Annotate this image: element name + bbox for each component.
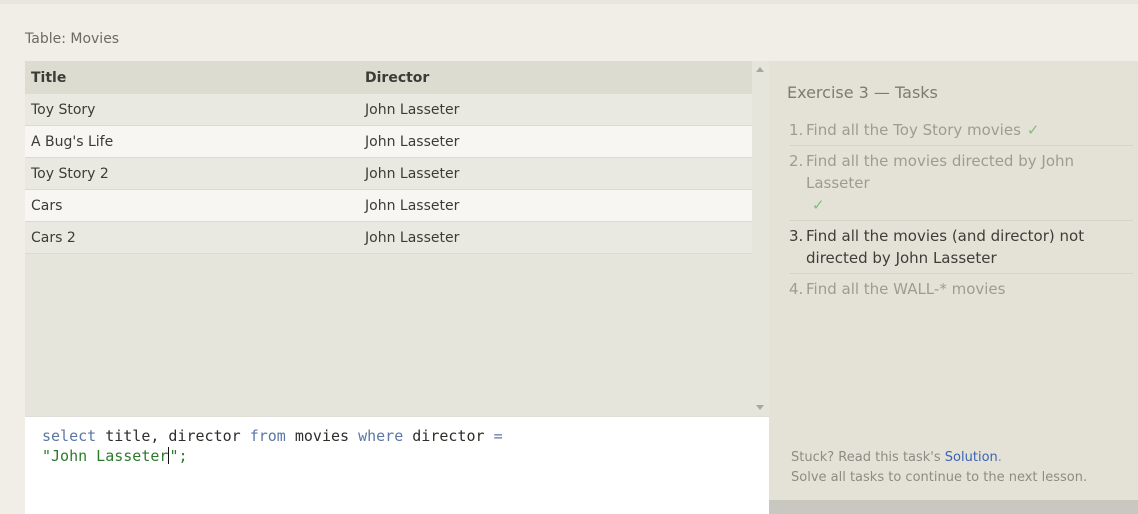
top-strip bbox=[0, 0, 1138, 4]
keyword-from: from bbox=[249, 427, 286, 445]
query-table: movies bbox=[285, 427, 359, 445]
task-item-3: 3. Find all the movies (and director) no… bbox=[789, 221, 1133, 274]
task-label: Find all the movies directed by John Las… bbox=[806, 152, 1075, 192]
column-header-director: Director bbox=[365, 69, 430, 86]
table-row: Cars John Lasseter bbox=[25, 190, 752, 222]
help-text: Stuck? Read this task's Solution. Solve a… bbox=[791, 448, 1087, 488]
scroll-down-icon[interactable] bbox=[756, 405, 764, 410]
cell-title: Cars bbox=[31, 197, 63, 214]
query-code[interactable]: select title, director from movies where… bbox=[42, 426, 742, 466]
task-number: 1. bbox=[789, 121, 804, 139]
task-label: Find all the WALL-* movies bbox=[806, 280, 1006, 298]
table-header-row: Title Director bbox=[25, 61, 752, 94]
table-caption: Table: Movies bbox=[25, 31, 120, 47]
sqlbolt-page: Table: Movies Title Director Toy Story J… bbox=[0, 0, 1138, 514]
keyword-where: where bbox=[358, 427, 404, 445]
tasks-panel: Exercise 3 — Tasks 1. Find all the Toy S… bbox=[769, 61, 1138, 500]
cell-title: Toy Story bbox=[31, 101, 96, 118]
results-table-panel: Title Director Toy Story John Lasseter A… bbox=[25, 61, 769, 416]
cell-title: Toy Story 2 bbox=[31, 165, 109, 182]
task-label: Find all the Toy Story movies bbox=[806, 121, 1021, 139]
cell-director: John Lasseter bbox=[365, 165, 460, 182]
table-row: Cars 2 John Lasseter bbox=[25, 222, 752, 254]
sql-query-editor[interactable]: select title, director from movies where… bbox=[25, 416, 769, 514]
cell-director: John Lasseter bbox=[365, 101, 460, 118]
keyword-select: select bbox=[42, 427, 97, 445]
checkmark-icon: ✓ bbox=[1026, 121, 1040, 139]
query-string-value: "John Lasseter bbox=[42, 447, 169, 465]
tasks-heading: Exercise 3 — Tasks bbox=[787, 83, 938, 102]
stuck-suffix: . bbox=[997, 450, 1002, 465]
stuck-prefix: Stuck? Read this task's bbox=[791, 450, 945, 465]
query-condition-column: director bbox=[403, 427, 494, 445]
solve-all-text: Solve all tasks to continue to the next … bbox=[791, 470, 1088, 485]
solution-link[interactable]: Solution bbox=[945, 450, 998, 465]
tasks-list: 1. Find all the Toy Story movies ✓ 2. Fin… bbox=[789, 115, 1133, 304]
checkmark-icon: ✓ bbox=[812, 196, 825, 214]
table-row: Toy Story 2 John Lasseter bbox=[25, 158, 752, 190]
cell-director: John Lasseter bbox=[365, 133, 460, 150]
table-row: A Bug's Life John Lasseter bbox=[25, 126, 752, 158]
task-item-2: 2. Find all the movies directed by John … bbox=[789, 146, 1133, 221]
operator-equals: = bbox=[493, 427, 503, 445]
task-text: Find all the movies directed by John Las… bbox=[806, 150, 1133, 216]
task-number: 4. bbox=[789, 280, 804, 298]
table-row: Toy Story John Lasseter bbox=[25, 94, 752, 126]
cell-director: John Lasseter bbox=[365, 197, 460, 214]
column-header-title: Title bbox=[31, 69, 67, 86]
table-scrollbar[interactable] bbox=[752, 61, 769, 416]
task-label: Find all the movies (and director) not d… bbox=[806, 227, 1085, 267]
tasks-panel-footer-bar bbox=[769, 500, 1138, 514]
task-number: 2. bbox=[789, 152, 804, 170]
scroll-up-icon[interactable] bbox=[756, 67, 764, 72]
results-table: Title Director Toy Story John Lasseter A… bbox=[25, 61, 752, 416]
task-item-4: 4. Find all the WALL-* movies bbox=[789, 274, 1133, 304]
task-item-1: 1. Find all the Toy Story movies ✓ bbox=[789, 115, 1133, 146]
task-text: Find all the Toy Story movies ✓ bbox=[806, 119, 1133, 141]
cell-title: Cars 2 bbox=[31, 229, 76, 246]
query-columns: title, director bbox=[96, 427, 250, 445]
cell-director: John Lasseter bbox=[365, 229, 460, 246]
query-string-end: "; bbox=[169, 447, 188, 465]
task-number: 3. bbox=[789, 227, 804, 245]
cell-title: A Bug's Life bbox=[31, 133, 114, 150]
